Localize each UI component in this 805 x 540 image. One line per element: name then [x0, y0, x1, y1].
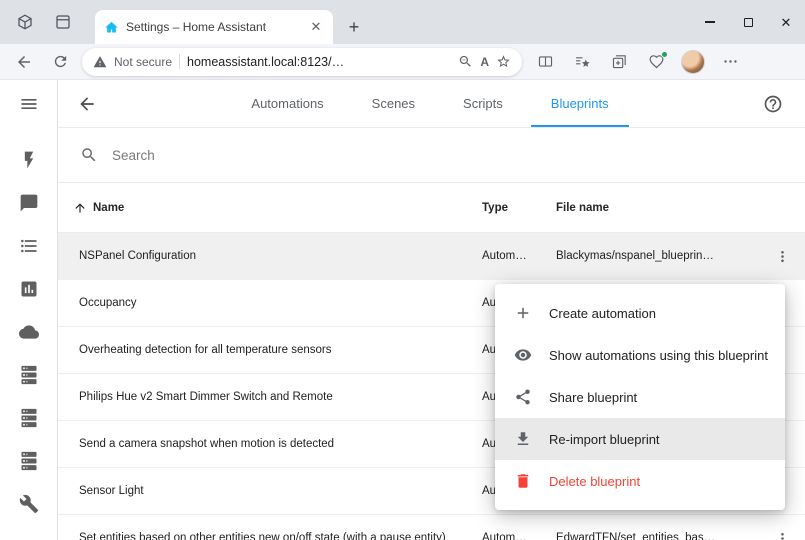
sidebar-menu-icon[interactable]: [0, 80, 57, 128]
address-divider: [179, 54, 180, 69]
workspaces-icon[interactable]: [12, 9, 38, 35]
browser-essentials-icon[interactable]: [641, 48, 671, 76]
sidebar-energy-icon[interactable]: [0, 138, 57, 181]
tab-actions-icon[interactable]: [50, 9, 76, 35]
sidebar-server-icon-1[interactable]: [0, 353, 57, 396]
sidebar-logbook-icon[interactable]: [0, 224, 57, 267]
menu-item-delete-blueprint[interactable]: Delete blueprint: [495, 460, 785, 502]
sort-ascending-icon: [73, 201, 87, 215]
status-badge: [661, 51, 668, 58]
maximize-button[interactable]: [729, 0, 767, 44]
ha-back-icon[interactable]: [75, 92, 99, 116]
profile-avatar[interactable]: [678, 48, 708, 76]
eye-icon: [512, 344, 534, 366]
table-header: Name Type File name: [58, 183, 805, 233]
address-bar[interactable]: Not secure homeassistant.local:8123/… A: [82, 48, 522, 76]
help-icon[interactable]: [761, 92, 785, 116]
sidebar-items: [0, 138, 57, 525]
split-screen-icon[interactable]: [530, 48, 560, 76]
ha-nav-tabs: Automations Scenes Scripts Blueprints: [99, 80, 761, 127]
download-icon: [512, 428, 534, 450]
tab-scenes[interactable]: Scenes: [348, 80, 439, 127]
collections-icon[interactable]: [604, 48, 634, 76]
minimize-button[interactable]: [691, 0, 729, 44]
menu-item-show-automations[interactable]: Show automations using this blueprint: [495, 334, 785, 376]
browser-menu-icon[interactable]: [715, 48, 745, 76]
ha-sidebar: [0, 80, 58, 540]
blueprint-context-menu: Create automation Show automations using…: [495, 284, 785, 510]
tab-scripts[interactable]: Scripts: [439, 80, 527, 127]
new-tab-button[interactable]: +: [342, 15, 366, 39]
not-secure-warning-icon[interactable]: [93, 55, 107, 69]
browser-toolbar: Not secure homeassistant.local:8123/… A: [0, 44, 805, 80]
url-text[interactable]: homeassistant.local:8123/…: [187, 55, 451, 69]
browser-titlebar: Settings – Home Assistant ✕ + ✕: [0, 0, 805, 44]
menu-item-reimport-blueprint[interactable]: Re-import blueprint: [495, 418, 785, 460]
tab-automations[interactable]: Automations: [227, 80, 347, 127]
security-label[interactable]: Not secure: [114, 55, 172, 69]
search-bar: [58, 128, 805, 183]
favorite-star-icon[interactable]: [496, 54, 511, 69]
column-header-type[interactable]: Type: [482, 202, 556, 214]
browser-window: Settings – Home Assistant ✕ + ✕ Not secu…: [0, 0, 805, 540]
tab-title: Settings – Home Assistant: [126, 20, 301, 34]
tab-close-icon[interactable]: ✕: [308, 19, 324, 35]
search-input[interactable]: [112, 148, 805, 163]
sidebar-server-icon-2[interactable]: [0, 396, 57, 439]
read-aloud-icon[interactable]: A: [480, 55, 489, 69]
home-assistant-favicon: [104, 20, 119, 35]
sidebar-cloud-icon[interactable]: [0, 310, 57, 353]
row-overflow-menu-icon[interactable]: [759, 530, 805, 540]
tab-blueprints[interactable]: Blueprints: [527, 80, 633, 127]
share-icon: [512, 386, 534, 408]
sidebar-tools-icon[interactable]: [0, 482, 57, 525]
sidebar-assist-icon[interactable]: [0, 181, 57, 224]
ha-header: Automations Scenes Scripts Blueprints: [58, 80, 805, 128]
column-header-name[interactable]: Name: [73, 201, 482, 215]
window-controls: ✕: [691, 0, 805, 44]
close-button[interactable]: ✕: [767, 0, 805, 44]
plus-icon: [512, 302, 534, 324]
row-overflow-menu-icon[interactable]: [759, 248, 805, 265]
refresh-icon[interactable]: [46, 48, 74, 76]
table-row[interactable]: NSPanel Configuration Autom… Blackymas/n…: [58, 233, 805, 280]
back-icon[interactable]: [10, 48, 38, 76]
menu-item-create-automation[interactable]: Create automation: [495, 292, 785, 334]
sidebar-server-icon-3[interactable]: [0, 439, 57, 482]
favorites-icon[interactable]: [567, 48, 597, 76]
zoom-out-icon[interactable]: [458, 54, 473, 69]
browser-tab[interactable]: Settings – Home Assistant ✕: [95, 10, 333, 44]
sidebar-history-icon[interactable]: [0, 267, 57, 310]
menu-item-share-blueprint[interactable]: Share blueprint: [495, 376, 785, 418]
search-icon: [80, 146, 98, 164]
column-header-file[interactable]: File name: [556, 202, 805, 214]
delete-icon: [512, 470, 534, 492]
table-row[interactable]: Set entities based on other entities new…: [58, 515, 805, 540]
